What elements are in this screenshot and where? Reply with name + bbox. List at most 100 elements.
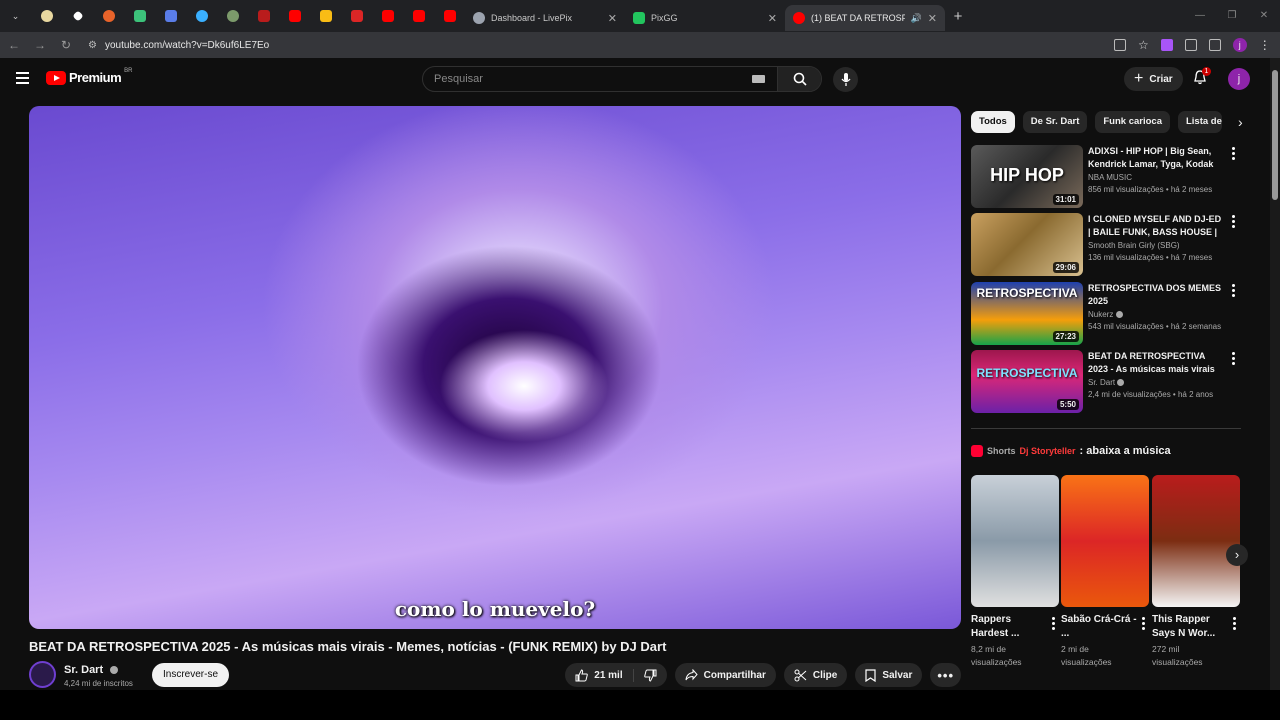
tab-youtube-active[interactable]: (1) BEAT DA RETROSPECTIVA 🔊 ✕ xyxy=(785,5,945,31)
chevron-right-icon[interactable]: › xyxy=(1226,544,1248,566)
youtube-premium-logo[interactable]: Premium BR xyxy=(46,68,132,85)
short-thumbnail[interactable] xyxy=(1061,475,1149,607)
pinned-tab[interactable] xyxy=(403,0,434,32)
chip-todos[interactable]: Todos xyxy=(971,111,1015,133)
channel-name-row[interactable]: Sr. Dart xyxy=(1088,378,1223,387)
video-title[interactable]: I CLONED MYSELF AND DJ-ED | BAILE FUNK, … xyxy=(1088,213,1223,239)
pinned-tab[interactable] xyxy=(124,0,155,32)
back-icon[interactable]: ← xyxy=(6,38,22,52)
video-thumbnail[interactable]: 29:06 xyxy=(971,213,1083,276)
list-item[interactable]: 29:06 I CLONED MYSELF AND DJ-ED | BAILE … xyxy=(971,213,1241,276)
subscribe-button[interactable]: Inscrever-se xyxy=(152,663,230,687)
search-input[interactable]: Pesquisar xyxy=(423,73,752,85)
close-icon[interactable]: ✕ xyxy=(768,12,777,25)
more-vertical-icon[interactable] xyxy=(1232,215,1235,230)
puzzle-icon[interactable] xyxy=(1184,39,1197,51)
video-title[interactable]: RETROSPECTIVA DOS MEMES 2025 xyxy=(1088,282,1223,308)
reload-icon[interactable]: ↻ xyxy=(58,38,74,52)
short-title[interactable]: Sabão Crá-Crá - ... xyxy=(1061,613,1137,641)
account-avatar[interactable]: j xyxy=(1228,68,1250,90)
pinned-tab[interactable] xyxy=(93,0,124,32)
video-thumbnail[interactable]: RETROSPECTIVA 27:23 xyxy=(971,282,1083,345)
channel-name[interactable]: NBA MUSIC xyxy=(1088,173,1223,182)
video-thumbnail[interactable]: HIP HOP 31:01 xyxy=(971,145,1083,208)
extension-icon[interactable] xyxy=(1160,39,1173,51)
tab-title: PixGG xyxy=(651,13,678,23)
create-button[interactable]: + Criar xyxy=(1124,67,1183,91)
keyboard-icon[interactable] xyxy=(752,75,765,83)
short-title[interactable]: Rappers Hardest ... xyxy=(971,613,1047,641)
speaker-icon[interactable]: 🔊 xyxy=(911,13,922,24)
channel-name-row[interactable]: Sr. Dart xyxy=(64,664,119,676)
profile-avatar-icon[interactable]: j xyxy=(1232,38,1247,52)
save-button[interactable]: Salvar xyxy=(855,663,923,687)
cast-icon[interactable] xyxy=(1114,39,1126,51)
list-item[interactable]: HIP HOP 31:01 ADIXSI - HIP HOP | Big Sea… xyxy=(971,145,1241,208)
like-dislike-group: 21 mil xyxy=(565,663,667,687)
video-player[interactable]: como lo muevelo? xyxy=(29,106,961,629)
tab-search-button[interactable]: ⌄ xyxy=(0,0,31,32)
clip-button[interactable]: Clipe xyxy=(783,663,848,687)
share-button[interactable]: Compartilhar xyxy=(674,663,776,687)
like-button[interactable]: 21 mil xyxy=(565,668,634,682)
more-vertical-icon[interactable] xyxy=(1232,284,1235,299)
address-bar[interactable]: ⚙ youtube.com/watch?v=Dk6uf6LE7Eo xyxy=(84,40,1104,51)
pinned-tab[interactable] xyxy=(155,0,186,32)
channel-avatar[interactable] xyxy=(29,661,56,688)
pixgg-favicon-icon xyxy=(633,12,645,24)
search-button[interactable] xyxy=(777,67,821,91)
voice-search-button[interactable] xyxy=(833,67,858,92)
notifications-button[interactable]: 1 xyxy=(1193,67,1211,90)
chip-lista[interactable]: Lista de xyxy=(1177,111,1222,133)
pinned-tab[interactable] xyxy=(217,0,248,32)
pinned-tab[interactable] xyxy=(62,0,93,32)
media-control-icon[interactable] xyxy=(1208,39,1221,51)
more-vertical-icon[interactable] xyxy=(1052,617,1055,632)
video-thumbnail[interactable]: RETROSPECTIVA 5:50 xyxy=(971,350,1083,413)
list-item[interactable]: RETROSPECTIVA 27:23 RETROSPECTIVA DOS ME… xyxy=(971,282,1241,345)
pinned-tab[interactable] xyxy=(434,0,465,32)
pinned-tab[interactable] xyxy=(372,0,403,32)
more-vertical-icon[interactable] xyxy=(1233,617,1236,632)
video-title[interactable]: BEAT DA RETROSPECTIVA 2023 - As músicas … xyxy=(1088,350,1223,376)
more-vertical-icon[interactable] xyxy=(1232,352,1235,367)
pinned-tab[interactable] xyxy=(186,0,217,32)
short-item[interactable]: This Rapper Says N Wor... 272 mil visual… xyxy=(1152,475,1240,667)
more-vertical-icon[interactable] xyxy=(1232,147,1235,162)
close-icon[interactable]: ✕ xyxy=(928,12,937,25)
new-tab-button[interactable]: + xyxy=(945,8,971,25)
hamburger-menu-icon[interactable] xyxy=(16,72,29,87)
minimize-icon[interactable]: — xyxy=(1184,0,1216,32)
pinned-tab[interactable] xyxy=(31,0,62,32)
pinned-tab[interactable] xyxy=(341,0,372,32)
pinned-tab[interactable] xyxy=(310,0,341,32)
channel-name-row[interactable]: Nukerz xyxy=(1088,310,1223,319)
bookmark-star-icon[interactable]: ☆ xyxy=(1138,38,1149,52)
close-icon[interactable]: ✕ xyxy=(608,12,617,25)
site-info-icon[interactable]: ⚙ xyxy=(88,40,97,51)
dislike-button[interactable] xyxy=(634,669,667,682)
page-scrollbar[interactable] xyxy=(1270,58,1280,690)
tab-pixgg[interactable]: PixGG ✕ xyxy=(625,5,785,31)
maximize-icon[interactable]: ❐ xyxy=(1216,0,1248,32)
more-vertical-icon[interactable] xyxy=(1142,617,1145,632)
chevron-right-icon[interactable]: › xyxy=(1238,114,1243,130)
chip-de-sr-dart[interactable]: De Sr. Dart xyxy=(1022,111,1088,133)
short-item[interactable]: Rappers Hardest ... 8,2 mi de visualizaç… xyxy=(971,475,1059,667)
tab-livepix[interactable]: Dashboard - LivePix ✕ xyxy=(465,5,625,31)
video-title[interactable]: ADIXSI - HIP HOP | Big Sean, Kendrick La… xyxy=(1088,145,1223,171)
short-thumbnail[interactable] xyxy=(971,475,1059,607)
short-thumbnail[interactable] xyxy=(1152,475,1240,607)
menu-icon[interactable]: ⋮ xyxy=(1259,38,1271,52)
pinned-tab[interactable] xyxy=(279,0,310,32)
chip-funk-carioca[interactable]: Funk carioca xyxy=(1095,111,1170,133)
channel-name[interactable]: Smooth Brain Girly (SBG) xyxy=(1088,241,1223,250)
short-title[interactable]: This Rapper Says N Wor... xyxy=(1152,613,1228,641)
close-window-icon[interactable]: ✕ xyxy=(1248,0,1280,32)
scrollbar-thumb[interactable] xyxy=(1272,70,1278,200)
list-item[interactable]: RETROSPECTIVA 5:50 BEAT DA RETROSPECTIVA… xyxy=(971,350,1241,413)
forward-icon[interactable]: → xyxy=(32,38,48,52)
pinned-tab[interactable] xyxy=(248,0,279,32)
more-actions-button[interactable]: ••• xyxy=(930,663,961,687)
short-item[interactable]: Sabão Crá-Crá - ... 2 mi de visualizaçõe… xyxy=(1061,475,1149,667)
